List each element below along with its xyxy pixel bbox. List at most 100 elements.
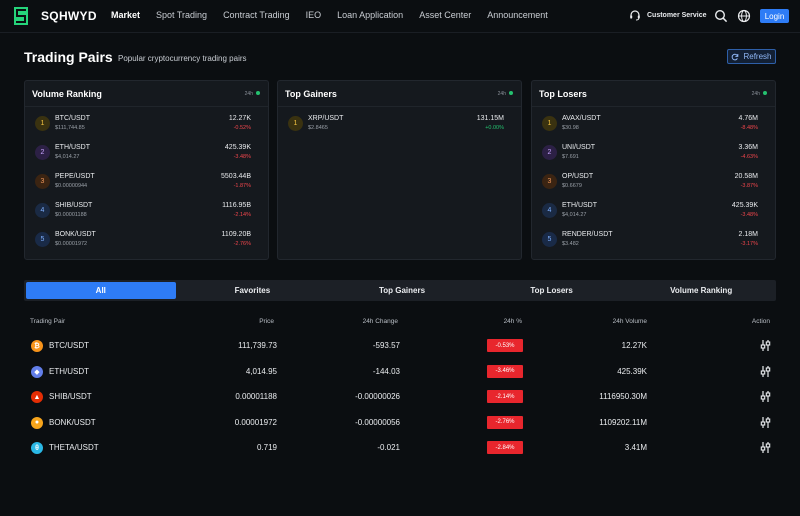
pair-symbol: BTC/USDT	[55, 115, 90, 122]
list-item[interactable]: 5 BONK/USDT $0.00001972 1109.20B -2.76%	[25, 227, 268, 256]
pair-price: $3.482	[562, 241, 579, 247]
refresh-label: Refresh	[743, 52, 772, 61]
list-item[interactable]: 3 OP/USDT $0.6679 20.58M -3.87%	[532, 169, 775, 198]
card-title: Volume Ranking	[32, 89, 102, 99]
card-period: 24h	[751, 91, 760, 97]
rank-badge: 3	[542, 174, 557, 189]
pair-name: SHIB/USDT	[49, 392, 92, 401]
coin-icon: ●	[31, 416, 43, 429]
customer-service-label: Customer Service	[647, 11, 707, 19]
rank-badge: 4	[35, 203, 50, 218]
nav-ieo[interactable]: IEO	[306, 10, 322, 20]
pair-name: BONK/USDT	[49, 417, 96, 427]
pair-volume: 12.27K	[621, 341, 647, 350]
page-title: Trading Pairs	[24, 49, 113, 65]
pair-price: 0.719	[256, 443, 277, 452]
customer-service-link[interactable]: Customer Service	[629, 9, 707, 21]
col-trading-pair: Trading Pair	[30, 318, 66, 325]
nav-asset-center[interactable]: Asset Center	[419, 10, 471, 20]
pair-value: 20.58M	[734, 173, 758, 180]
pair-change: -0.021	[377, 443, 400, 452]
pair-value: 3.36M	[738, 144, 758, 151]
trade-action-icon[interactable]	[759, 365, 772, 378]
pair-price: $7.691	[562, 154, 579, 160]
pair-price: 0.00001972	[234, 417, 277, 427]
pair-name: ETH/USDT	[49, 366, 89, 376]
pct-badge: -0.53%	[487, 339, 523, 352]
nav-market[interactable]: Market	[111, 10, 140, 20]
pair-change: -3.48%	[233, 154, 251, 160]
pair-price: 4,014.95	[245, 366, 277, 376]
pair-symbol: OP/USDT	[562, 173, 594, 180]
pair-change: -2.76%	[233, 241, 251, 247]
table-row[interactable]: θ THETA/USDT 0.719 -0.021 -2.84% 3.41M	[0, 435, 800, 461]
col-24h-volume: 24h Volume	[612, 318, 647, 325]
tab-favorites[interactable]: Favorites	[178, 280, 328, 301]
pair-price: 0.00001188	[235, 392, 277, 401]
list-item[interactable]: 3 PEPE/USDT $0.00000944 5503.44B -1.87%	[25, 169, 268, 198]
live-dot	[256, 91, 260, 95]
refresh-icon	[732, 53, 739, 60]
pair-symbol: UNI/USDT	[562, 144, 596, 151]
table-row[interactable]: ₿ BTC/USDT 111,739.73 -593.57 -0.53% 12.27K	[0, 333, 800, 359]
pair-value: 425.39K	[224, 144, 251, 151]
pct-badge: -2.84%	[487, 441, 523, 454]
list-item[interactable]: 4 SHIB/USDT $0.00001188 1116.95B -2.14%	[25, 198, 268, 227]
card-period: 24h	[244, 91, 253, 97]
trade-action-icon[interactable]	[759, 416, 772, 429]
pair-volume: 425.39K	[617, 366, 647, 376]
pair-change: +0.00%	[485, 125, 504, 131]
list-item[interactable]: 4 ETH/USDT $4,014.27 425.39K -3.48%	[532, 198, 775, 227]
pair-value: 2.18M	[738, 231, 758, 238]
pair-price: $0.00001972	[55, 241, 88, 247]
trade-action-icon[interactable]	[759, 441, 772, 454]
coin-icon: ◆	[31, 365, 43, 378]
tab-all[interactable]: All	[26, 282, 176, 299]
page-subtitle: Popular cryptocurrency trading pairs	[118, 54, 247, 63]
pair-price: $30.98	[562, 125, 579, 131]
list-item[interactable]: 2 ETH/USDT $4,014.27 425.39K -3.48%	[25, 140, 268, 169]
language-icon[interactable]	[737, 9, 751, 23]
nav-contract-trading[interactable]: Contract Trading	[223, 10, 290, 20]
pair-price: $0.00001188	[55, 212, 87, 218]
tab-top-gainers[interactable]: Top Gainers	[327, 280, 477, 301]
tab-top-losers[interactable]: Top Losers	[477, 280, 627, 301]
logo[interactable]: SQHWYD	[12, 6, 97, 26]
list-item[interactable]: 2 UNI/USDT $7.691 3.36M -4.63%	[532, 140, 775, 169]
pair-change: -144.03	[372, 366, 400, 376]
pair-value: 4.76M	[738, 115, 758, 122]
nav-loan-application[interactable]: Loan Application	[337, 10, 403, 20]
list-item[interactable]: 1 XRP/USDT $2.8465 131.15M +0.00%	[278, 111, 521, 140]
login-button[interactable]: Login	[760, 9, 789, 23]
filter-tabs: All Favorites Top Gainers Top Losers Vol…	[24, 280, 776, 301]
pair-value: 1116.95B	[222, 202, 251, 209]
rank-badge: 1	[542, 116, 557, 131]
trade-action-icon[interactable]	[759, 390, 772, 403]
list-item[interactable]: 1 AVAX/USDT $30.98 4.76M -8.48%	[532, 111, 775, 140]
search-icon[interactable]	[714, 9, 728, 23]
col-action: Action	[751, 318, 770, 325]
pct-badge: -2.14%	[487, 390, 523, 403]
pair-change: -1.87%	[233, 183, 251, 189]
headset-icon	[630, 10, 640, 21]
table-row[interactable]: ◆ ETH/USDT 4,014.95 -144.03 -3.46% 425.39K	[0, 359, 800, 385]
pair-price: $4,014.27	[55, 154, 80, 160]
rank-badge: 2	[35, 145, 50, 160]
table-row[interactable]: ● BONK/USDT 0.00001972 -0.00000056 -2.76% 110…	[0, 410, 800, 436]
list-item[interactable]: 5 RENDER/USDT $3.482 2.18M -3.17%	[532, 227, 775, 256]
refresh-button[interactable]: Refresh	[727, 49, 776, 64]
pair-volume: 1109202.11M	[599, 417, 647, 427]
nav-announcement[interactable]: Announcement	[487, 10, 548, 20]
list-item[interactable]: 1 BTC/USDT $111,744.85 12.27K -0.52%	[25, 111, 268, 140]
tab-volume-ranking[interactable]: Volume Ranking	[626, 280, 776, 301]
nav-spot-trading[interactable]: Spot Trading	[156, 10, 207, 20]
card-list: 1 BTC/USDT $111,744.85 12.27K -0.52% 2 ETH/USD…	[25, 111, 268, 256]
table-row[interactable]: ▲ SHIB/USDT 0.00001188 -0.00000026 -2.14% 111…	[0, 384, 800, 410]
rank-badge: 4	[542, 203, 557, 218]
pair-change: -4.63%	[740, 154, 758, 160]
brand-name: SQHWYD	[41, 9, 97, 23]
pair-price: $0.6679	[562, 183, 582, 189]
trade-action-icon[interactable]	[759, 339, 772, 352]
col-24h-pct: 24h %	[503, 318, 522, 325]
table-header: Trading Pair Price 24h Change 24h % 24h …	[0, 318, 800, 328]
